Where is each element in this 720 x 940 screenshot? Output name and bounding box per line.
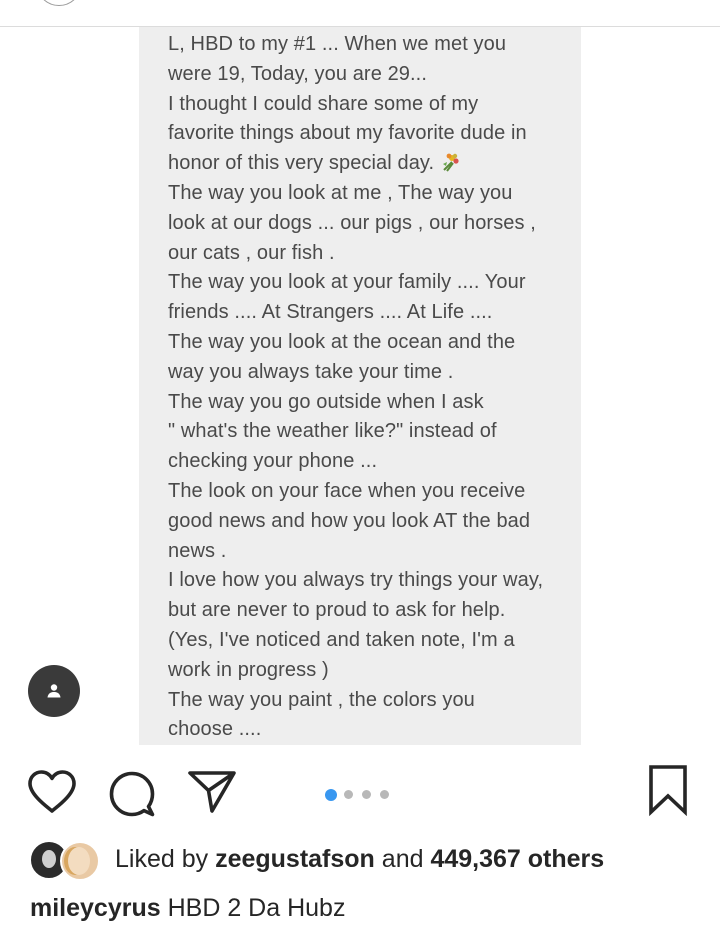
note-line: good news and how you look AT the bad (168, 507, 578, 537)
note-line-text: The way you paint , the colors you (168, 688, 475, 711)
author-avatar[interactable] (36, 0, 82, 6)
note-line-text: but are never to proud to ask for help. (168, 599, 506, 622)
save-button[interactable] (646, 764, 690, 817)
tagged-users-button[interactable] (28, 665, 80, 717)
note-line: The way you paint , the colors you (168, 686, 578, 716)
caption-username-link[interactable]: mileycyrus (30, 894, 161, 922)
note-line-text: favorite things about my favorite dude i… (168, 122, 527, 145)
note-line-text: were 19, Today, you are 29... (168, 62, 427, 85)
carousel-dot (380, 790, 389, 799)
liker-username-link[interactable]: zeegustafson (215, 845, 375, 873)
carousel-dot (344, 790, 353, 799)
note-line-text: I thought I could share some of my (168, 92, 479, 115)
user-icon (47, 684, 61, 698)
note-line-text: The way you look at your family .... You… (168, 271, 526, 294)
note-line-text: L, HBD to my #1 ... When we met you (168, 33, 507, 55)
note-line: work in progress ) (168, 656, 578, 686)
paper-plane-icon (188, 771, 236, 813)
note-line-text: The look on your face when you receive (168, 479, 526, 502)
likes-text: Liked by zeegustafson and 449,367 others (115, 840, 604, 878)
note-line-text: our cats , our fish . (168, 241, 335, 264)
note-line: look at our dogs ... our pigs , our hors… (168, 209, 578, 239)
note-line-text: checking your phone ... (168, 450, 378, 473)
note-line: checking your phone ... (168, 447, 578, 477)
likes-count-link[interactable]: 449,367 others (430, 845, 604, 873)
note-line: our cats , our fish . (168, 239, 578, 269)
note-line-text: The way you look at the ocean and the (168, 330, 516, 353)
like-button[interactable] (26, 768, 78, 816)
caption-text: HBD 2 Da Hubz (167, 894, 346, 922)
note-line: The way you look at me , The way you (168, 179, 578, 209)
note-line-text: way you always take your time . (168, 360, 454, 383)
note-line: friends .... At Strangers .... At Life .… (168, 298, 578, 328)
heart-icon (28, 770, 76, 813)
post-image[interactable]: L, HBD to my #1 ... When we met you were … (0, 27, 720, 747)
note-line-text: honor of this very special day. (168, 152, 435, 175)
note-text: L, HBD to my #1 ... When we met you were … (168, 30, 578, 745)
likers-avatars[interactable] (30, 841, 100, 881)
note-line: The look on your face when you receive (168, 477, 578, 507)
note-line-text: The way you look at me , The way you (168, 181, 513, 204)
carousel-indicator (325, 784, 398, 801)
bouquet-icon (443, 153, 459, 172)
likes-summary: Liked by zeegustafson and 449,367 others (30, 840, 710, 881)
note-line: way you always take your time . (168, 358, 578, 388)
note-line: news . (168, 537, 578, 567)
note-line-text: (Yes, I've noticed and taken note, I'm a (168, 628, 515, 651)
carousel-dot (325, 788, 337, 801)
post-action-bar (0, 748, 720, 834)
note-line: choose .... (168, 715, 578, 745)
note-line: honor of this very special day. (168, 149, 578, 179)
note-line: but are never to proud to ask for help. (168, 596, 578, 626)
post-caption: mileycyrus HBD 2 Da Hubz (30, 888, 345, 928)
post-header (0, 0, 720, 27)
likes-prefix: Liked by (115, 845, 209, 873)
share-button[interactable] (186, 768, 238, 816)
note-line-text: The way you go outside when I ask (168, 390, 484, 413)
note-line: I love how you always try things your wa… (168, 566, 578, 596)
note-line: (Yes, I've noticed and taken note, I'm a (168, 626, 578, 656)
note-line: " what's the weather like?" instead of (168, 417, 578, 447)
note-line-text: good news and how you look AT the bad (168, 509, 531, 532)
note-line-text: work in progress ) (168, 658, 329, 681)
note-line: The way you go outside when I ask (168, 388, 578, 418)
note-line: The way you look at the ocean and the (168, 328, 578, 358)
note-line: L, HBD to my #1 ... When we met you (168, 30, 578, 60)
note-line: I thought I could share some of my (168, 90, 578, 120)
likes-connector: and (381, 845, 424, 873)
comment-button[interactable] (106, 768, 158, 820)
instagram-post: L, HBD to my #1 ... When we met you were … (0, 0, 720, 940)
note-line: The way you look at your family .... You… (168, 268, 578, 298)
note-line-text: " what's the weather like?" instead of (168, 420, 497, 443)
note-line-text: choose .... (168, 718, 262, 741)
note-line-text: look at our dogs ... our pigs , our hors… (168, 211, 536, 234)
note-line-text: news . (168, 539, 227, 562)
comment-bubble-icon (109, 771, 155, 817)
note-line-text: friends .... At Strangers .... At Life .… (168, 301, 493, 324)
note-line: favorite things about my favorite dude i… (168, 119, 578, 149)
avatar (60, 841, 100, 881)
bookmark-icon (649, 765, 687, 817)
carousel-dot (362, 790, 371, 799)
note-line: were 19, Today, you are 29... (168, 60, 578, 90)
note-line-text: I love how you always try things your wa… (168, 569, 544, 592)
